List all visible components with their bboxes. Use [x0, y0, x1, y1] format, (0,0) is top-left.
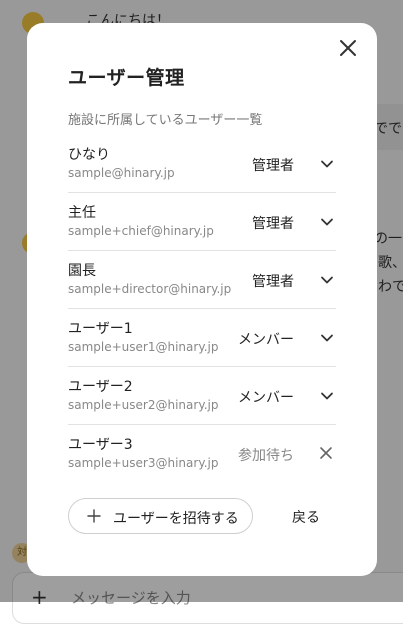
user-row: ひなり sample@hinary.jp 管理者 [68, 135, 336, 193]
pending-status: 参加待ち [238, 448, 294, 464]
plus-icon [87, 509, 101, 523]
chevron-down-icon[interactable] [320, 215, 334, 229]
user-email: sample+director@hinary.jp [68, 282, 232, 296]
user-email: sample+chief@hinary.jp [68, 224, 214, 238]
role-select[interactable]: 管理者 [252, 213, 294, 233]
user-management-dialog: ユーザー管理 施設に所属しているユーザー一覧 ひなり sample@hinary… [27, 23, 377, 576]
user-list: ひなり sample@hinary.jp 管理者 主任 sample+chief… [68, 135, 336, 482]
user-name: ユーザー3 [68, 437, 133, 453]
user-name: ひなり [68, 147, 110, 163]
back-button[interactable]: 戻る [292, 507, 320, 527]
chevron-down-icon[interactable] [320, 273, 334, 287]
user-name: 主任 [68, 205, 96, 221]
chevron-down-icon[interactable] [320, 389, 334, 403]
invite-user-label: ユーザーを招待する [113, 511, 239, 527]
dialog-subtitle: 施設に所属しているユーザー一覧 [68, 113, 263, 128]
user-name: ユーザー2 [68, 379, 133, 395]
user-row: ユーザー2 sample+user2@hinary.jp メンバー [68, 367, 336, 425]
user-name: ユーザー1 [68, 321, 133, 337]
user-email: sample+user3@hinary.jp [68, 456, 219, 470]
user-row: 園長 sample+director@hinary.jp 管理者 [68, 251, 336, 309]
role-select[interactable]: メンバー [238, 387, 294, 407]
role-select[interactable]: 管理者 [252, 155, 294, 175]
chevron-down-icon[interactable] [320, 331, 334, 345]
user-row: ユーザー1 sample+user1@hinary.jp メンバー [68, 309, 336, 367]
user-row: ユーザー3 sample+user3@hinary.jp 参加待ち [68, 425, 336, 482]
user-email: sample+user1@hinary.jp [68, 340, 219, 354]
close-icon[interactable] [337, 37, 359, 59]
user-row: 主任 sample+chief@hinary.jp 管理者 [68, 193, 336, 251]
chevron-down-icon[interactable] [320, 157, 334, 171]
user-name: 園長 [68, 263, 96, 279]
role-select[interactable]: 管理者 [252, 271, 294, 291]
invite-user-button[interactable]: ユーザーを招待する [68, 498, 253, 534]
close-icon[interactable] [319, 446, 333, 460]
user-email: sample@hinary.jp [68, 166, 175, 180]
dialog-title: ユーザー管理 [68, 67, 185, 89]
user-email: sample+user2@hinary.jp [68, 398, 219, 412]
role-select[interactable]: メンバー [238, 329, 294, 349]
